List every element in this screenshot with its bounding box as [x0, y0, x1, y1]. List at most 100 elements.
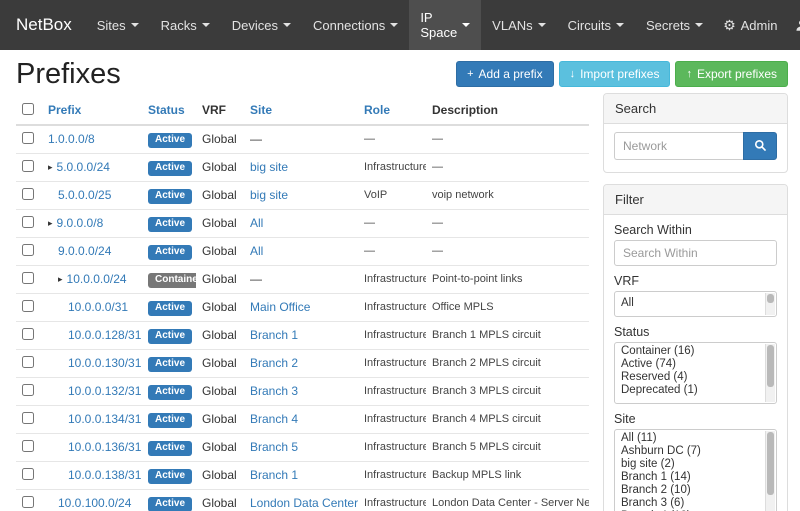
site-link[interactable]: Branch 5	[250, 440, 298, 454]
prefix-link[interactable]: 5.0.0.0/25	[58, 188, 111, 202]
row-checkbox[interactable]	[22, 244, 34, 256]
brand-link[interactable]: NetBox	[16, 0, 72, 50]
vrf-cell: Global	[196, 181, 244, 209]
row-checkbox[interactable]	[22, 328, 34, 340]
column-header-status[interactable]: Status	[148, 103, 185, 117]
nav-item-ip-space[interactable]: IP Space	[409, 0, 481, 50]
row-checkbox[interactable]	[22, 300, 34, 312]
site-link[interactable]: All	[250, 244, 263, 258]
search-button[interactable]	[743, 132, 777, 160]
prefix-table-container: Prefix Status VRF Site Role Description …	[16, 93, 589, 511]
row-checkbox[interactable]	[22, 188, 34, 200]
filter-option[interactable]: big site (2)	[615, 458, 776, 471]
site-cell: —	[244, 265, 358, 293]
nav-item-connections[interactable]: Connections	[302, 0, 409, 50]
site-link[interactable]: big site	[250, 188, 288, 202]
description-cell: Backup MPLS link	[426, 461, 589, 489]
role-cell: Infrastructure	[358, 321, 426, 349]
prefix-link[interactable]: 10.0.100.0/24	[58, 496, 131, 510]
site-filter-select[interactable]: All (11)Ashburn DC (7)big site (2)Branch…	[614, 429, 777, 511]
vrf-cell: Global	[196, 377, 244, 405]
scrollbar[interactable]	[765, 293, 775, 315]
row-checkbox[interactable]	[22, 132, 34, 144]
site-link[interactable]: Branch 1	[250, 468, 298, 482]
row-checkbox[interactable]	[22, 272, 34, 284]
nav-item-racks[interactable]: Racks	[150, 0, 221, 50]
row-checkbox[interactable]	[22, 160, 34, 172]
nav-item-circuits[interactable]: Circuits	[557, 0, 635, 50]
nav-item-devices[interactable]: Devices	[221, 0, 302, 50]
import-prefixes-button[interactable]: ↓ Import prefixes	[559, 61, 671, 87]
column-header-prefix[interactable]: Prefix	[48, 103, 81, 117]
prefix-link[interactable]: 10.0.0.0/31	[68, 300, 128, 314]
navbar-menu: SitesRacksDevicesConnectionsIP SpaceVLAN…	[86, 0, 714, 50]
site-link[interactable]: big site	[250, 160, 288, 174]
role-cell: Infrastructure	[358, 377, 426, 405]
column-header-site[interactable]: Site	[250, 103, 272, 117]
filter-option[interactable]: All (11)	[615, 432, 776, 445]
table-header-row: Prefix Status VRF Site Role Description	[16, 99, 589, 125]
add-prefix-button[interactable]: + Add a prefix	[456, 61, 553, 87]
status-filter-select[interactable]: Container (16)Active (74)Reserved (4)Dep…	[614, 342, 777, 404]
table-row: 10.0.0.130/31 Active Global Branch 2 Inf…	[16, 349, 589, 377]
search-within-input[interactable]	[614, 240, 777, 266]
nav-item-profile[interactable]: Profile	[786, 0, 800, 50]
status-badge: Active	[148, 245, 192, 260]
row-checkbox[interactable]	[22, 468, 34, 480]
prefix-link[interactable]: 1.0.0.0/8	[48, 132, 95, 146]
plus-icon: +	[467, 69, 473, 80]
scrollbar[interactable]	[765, 344, 775, 402]
nav-item-secrets[interactable]: Secrets	[635, 0, 714, 50]
site-link[interactable]: Branch 2	[250, 356, 298, 370]
row-checkbox[interactable]	[22, 412, 34, 424]
site-cell: All	[244, 237, 358, 265]
description-cell: —	[426, 125, 589, 154]
page-actions: + Add a prefix ↓ Import prefixes ↑ Expor…	[456, 61, 788, 87]
site-link[interactable]: Branch 4	[250, 412, 298, 426]
status-badge: Active	[148, 469, 192, 484]
filter-option[interactable]: Reserved (4)	[615, 371, 776, 384]
row-checkbox[interactable]	[22, 384, 34, 396]
filter-option[interactable]: Deprecated (1)	[615, 384, 776, 397]
vrf-cell: Global	[196, 209, 244, 237]
prefix-link[interactable]: 5.0.0.0/24	[57, 160, 110, 174]
prefix-link[interactable]: 10.0.0.138/31	[68, 468, 141, 482]
filter-option[interactable]: All	[615, 297, 776, 310]
site-link[interactable]: Branch 1	[250, 328, 298, 342]
nav-item-vlans[interactable]: VLANs	[481, 0, 556, 50]
vrf-filter-select[interactable]: All	[614, 291, 777, 317]
site-link[interactable]: All	[250, 216, 263, 230]
prefix-link[interactable]: 10.0.0.132/31	[68, 384, 141, 398]
search-input[interactable]	[614, 132, 743, 160]
filter-option[interactable]: Ashburn DC (7)	[615, 445, 776, 458]
row-checkbox[interactable]	[22, 216, 34, 228]
filter-option[interactable]: Branch 1 (14)	[615, 471, 776, 484]
filter-option[interactable]: Container (16)	[615, 345, 776, 358]
select-all-checkbox[interactable]	[22, 103, 34, 115]
site-link[interactable]: Main Office	[250, 300, 310, 314]
row-checkbox[interactable]	[22, 356, 34, 368]
column-header-role[interactable]: Role	[364, 103, 390, 117]
prefix-link[interactable]: 10.0.0.0/24	[67, 272, 127, 286]
site-cell: London Data Center	[244, 489, 358, 511]
site-cell: big site	[244, 181, 358, 209]
vrf-cell: Global	[196, 349, 244, 377]
filter-option[interactable]: Branch 3 (6)	[615, 497, 776, 510]
nav-item-admin[interactable]: ⚙ Admin	[714, 0, 786, 50]
prefix-link[interactable]: 9.0.0.0/8	[57, 216, 104, 230]
nav-item-sites[interactable]: Sites	[86, 0, 150, 50]
prefix-link[interactable]: 10.0.0.136/31	[68, 440, 141, 454]
filter-option[interactable]: Active (74)	[615, 358, 776, 371]
site-link[interactable]: London Data Center	[250, 496, 358, 510]
prefix-link[interactable]: 9.0.0.0/24	[58, 244, 111, 258]
site-link[interactable]: Branch 3	[250, 384, 298, 398]
prefix-link[interactable]: 10.0.0.134/31	[68, 412, 141, 426]
row-checkbox[interactable]	[22, 496, 34, 508]
row-checkbox[interactable]	[22, 440, 34, 452]
filter-option[interactable]: Branch 2 (10)	[615, 484, 776, 497]
scrollbar[interactable]	[765, 431, 775, 511]
prefix-link[interactable]: 10.0.0.130/31	[68, 356, 141, 370]
table-row: 10.0.0.0/31 Active Global Main Office In…	[16, 293, 589, 321]
export-prefixes-button[interactable]: ↑ Export prefixes	[675, 61, 788, 87]
prefix-link[interactable]: 10.0.0.128/31	[68, 328, 141, 342]
